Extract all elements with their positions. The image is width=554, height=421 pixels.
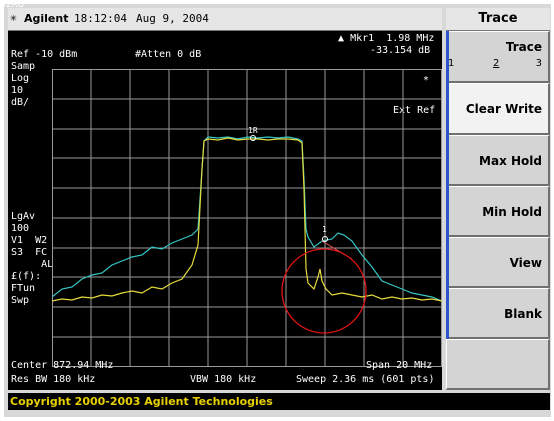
softkey-menu-title: Trace bbox=[446, 8, 550, 31]
min-hold-label: Min Hold bbox=[482, 205, 542, 219]
view-label: View bbox=[509, 256, 542, 270]
softkey-indicator-3 bbox=[446, 135, 449, 186]
marker-1-label: 1 bbox=[322, 225, 327, 234]
trace-option-2[interactable]: 2 bbox=[493, 58, 499, 69]
vbw-label: VBW 180 kHz bbox=[190, 374, 257, 385]
graticule bbox=[52, 69, 442, 367]
swp-label: Swp bbox=[11, 295, 30, 306]
status-bar: ✳ Agilent 18:12:04 Aug 9, 2004 bbox=[8, 8, 442, 31]
softkey-indicator-6 bbox=[446, 288, 449, 339]
marker-delta-icon: ▲ bbox=[338, 33, 345, 44]
trace-option-3[interactable]: 3 bbox=[536, 58, 542, 69]
scale-unit: dB/ bbox=[11, 97, 30, 108]
v1w2-label: V1 W2 bbox=[11, 235, 48, 246]
max-hold-button[interactable]: Max Hold bbox=[446, 135, 550, 186]
s3fc-label: S3 FC bbox=[11, 247, 48, 258]
trace-select-label: Trace bbox=[505, 40, 542, 54]
al-label: AL bbox=[11, 259, 54, 270]
scale-value: 10 bbox=[11, 85, 24, 96]
brand-label: Agilent bbox=[24, 12, 69, 25]
watermark: 52RU bbox=[0, 0, 25, 10]
res-bw: Res BW 180 kHz bbox=[11, 374, 96, 385]
softkey-panel: Trace Trace 1 2 3 Clear Write Max Hold M… bbox=[446, 8, 550, 390]
min-hold-button[interactable]: Min Hold bbox=[446, 186, 550, 237]
copyright-bar: Copyright 2000-2003 Agilent Technologies bbox=[8, 393, 550, 410]
ref-level: Ref -10 dBm bbox=[11, 49, 78, 60]
marker-frequency: 1.98 MHz bbox=[386, 33, 435, 44]
agilent-logo-icon: ✳ bbox=[10, 11, 17, 24]
blank-button[interactable]: Blank bbox=[446, 288, 550, 339]
date-label: Aug 9, 2004 bbox=[136, 12, 209, 25]
softkey-trace-select[interactable]: Trace 1 2 3 bbox=[446, 31, 550, 83]
softkey-indicator-5 bbox=[446, 237, 449, 288]
copyright-text: Copyright 2000-2003 Agilent Technologies bbox=[10, 395, 273, 408]
view-button[interactable]: View bbox=[446, 237, 550, 288]
marker-amplitude: -33.154 dB bbox=[370, 45, 431, 56]
spectrum-plot: 1R 1 bbox=[52, 69, 442, 367]
clear-write-label: Clear Write bbox=[465, 102, 542, 116]
time-label: 18:12:04 bbox=[74, 12, 127, 25]
lgav-label: LgAv bbox=[11, 211, 36, 222]
ftun-label: FTun bbox=[11, 283, 36, 294]
softkey-empty[interactable] bbox=[446, 339, 550, 390]
clear-write-button[interactable]: Clear Write bbox=[446, 83, 550, 135]
softkey-indicator-1 bbox=[446, 31, 449, 83]
avg-count: 100 bbox=[11, 223, 30, 234]
ef-label: £(f): bbox=[11, 271, 42, 282]
analyzer-screen: ✳ Agilent 18:12:04 Aug 9, 2004 ▲ Mkr1 1.… bbox=[8, 8, 442, 390]
softkey-indicator-2 bbox=[446, 83, 449, 135]
marker-label: Mkr1 bbox=[350, 33, 375, 44]
marker-1r-label: 1R bbox=[248, 126, 258, 135]
samp-label: Samp bbox=[11, 61, 36, 72]
softkey-indicator-4 bbox=[446, 186, 449, 237]
sweep-label: Sweep 2.36 ms (601 pts) bbox=[296, 374, 435, 385]
center-freq: Center 872.94 MHz bbox=[11, 360, 114, 371]
highlight-circle bbox=[281, 248, 367, 334]
atten-label: #Atten 0 dB bbox=[135, 49, 202, 60]
max-hold-label: Max Hold bbox=[479, 154, 542, 168]
log-label: Log bbox=[11, 73, 30, 84]
span-label: Span 20 MHz bbox=[366, 360, 433, 371]
blank-label: Blank bbox=[504, 307, 542, 321]
marker-readout-freq: ▲ Mkr1 1.98 MHz bbox=[338, 33, 434, 44]
